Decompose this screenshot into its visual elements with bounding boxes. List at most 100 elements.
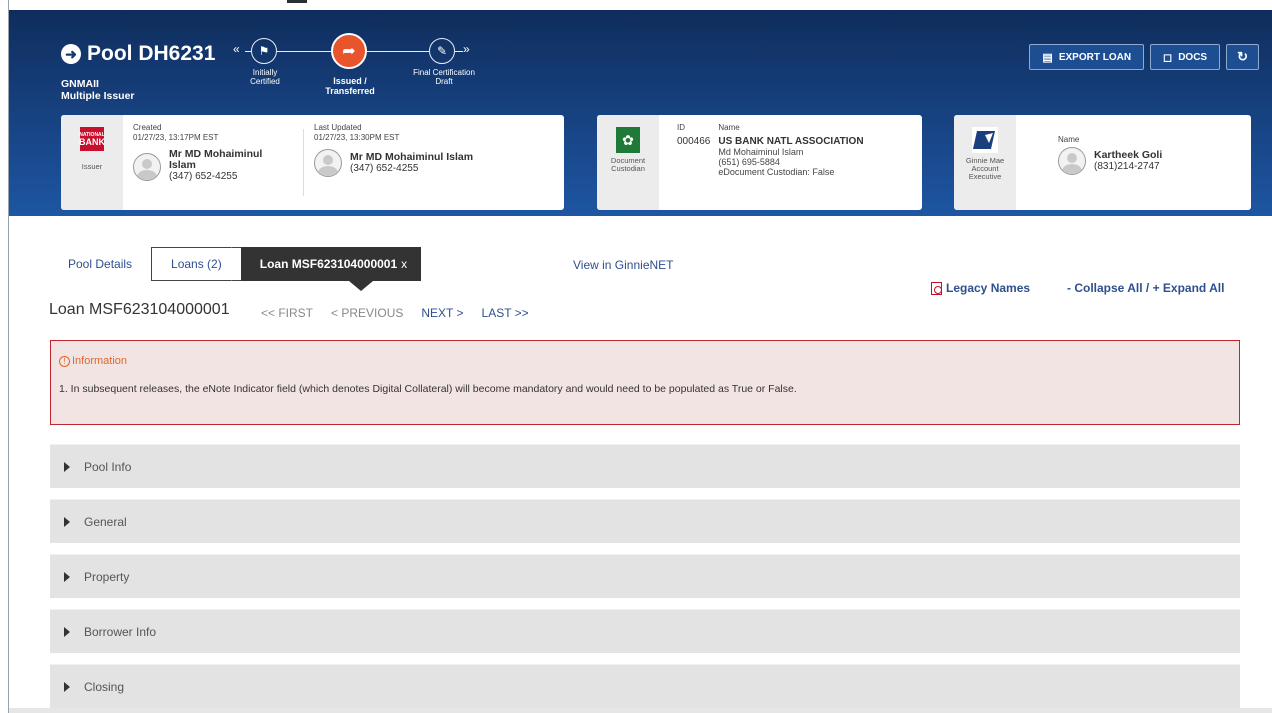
step-line bbox=[367, 51, 429, 52]
section-label: General bbox=[84, 514, 127, 529]
updated-date: 01/27/23, 13:30PM EST bbox=[314, 133, 400, 142]
tab-pool-details[interactable]: Pool Details bbox=[49, 247, 151, 281]
account-executive-card: Ginnie Mae Account Executive Name Karthe… bbox=[954, 115, 1251, 210]
pager-last[interactable]: LAST >> bbox=[482, 306, 529, 320]
pager-previous[interactable]: < PREVIOUS bbox=[331, 306, 403, 320]
information-heading: ! Information bbox=[59, 355, 127, 367]
expand-caret-icon bbox=[64, 681, 70, 692]
expand-caret-icon bbox=[64, 626, 70, 637]
gme-details: Name Kartheek Goli (831)214-2747 bbox=[1016, 115, 1162, 210]
issuer-label: Issuer bbox=[81, 162, 103, 171]
custodian-contact: Md Mohaiminul Islam bbox=[718, 147, 804, 157]
refresh-button[interactable]: ↻ bbox=[1226, 44, 1259, 70]
close-tab-icon[interactable]: x bbox=[401, 257, 407, 271]
information-message: 1. In subsequent releases, the eNote Ind… bbox=[59, 383, 797, 395]
section-closing[interactable]: Closing bbox=[50, 664, 1240, 708]
custodian-details: ID 000466 Name US BANK NATL ASSOCIATION … bbox=[659, 115, 864, 210]
updated-block: Last Updated 01/27/23, 13:30PM EST Mr MD… bbox=[304, 115, 483, 210]
tab-loans[interactable]: Loans (2) bbox=[151, 247, 241, 281]
section-borrower-info[interactable]: Borrower Info bbox=[50, 609, 1240, 653]
created-caption: Created bbox=[133, 123, 162, 132]
custodian-card: ✿ Document Custodian ID 000466 Name US B… bbox=[597, 115, 922, 210]
pool-subtitle: GNMAII Multiple Issuer bbox=[61, 78, 135, 102]
custodian-name: US BANK NATL ASSOCIATION bbox=[718, 136, 864, 147]
account-executive-side: Ginnie Mae Account Executive bbox=[954, 115, 1016, 210]
created-block: Created 01/27/23, 13:17PM EST Mr MD Moha… bbox=[123, 115, 303, 210]
gme-contact: Kartheek Goli (831)214-2747 bbox=[1058, 147, 1162, 175]
issuer-type: Multiple Issuer bbox=[61, 90, 135, 102]
app-frame: ➜ Pool DH6231 GNMAII Multiple Issuer « ⚑… bbox=[8, 0, 1272, 713]
export-loan-label: EXPORT LOAN bbox=[1058, 51, 1132, 63]
section-label: Property bbox=[84, 569, 130, 584]
issuer-side: NATIONAL BANK Issuer bbox=[61, 115, 123, 210]
legacy-names-link[interactable]: Legacy Names bbox=[931, 281, 1030, 295]
updated-name: Mr MD Mohaiminul Islam bbox=[350, 151, 474, 163]
tab-loan-active[interactable]: Loan MSF623104000001 x bbox=[230, 247, 422, 281]
active-tab-pointer bbox=[349, 281, 373, 291]
pager-first[interactable]: << FIRST bbox=[261, 306, 313, 320]
bank-logo: NATIONAL BANK bbox=[79, 127, 105, 151]
section-pool-info[interactable]: Pool Info bbox=[50, 444, 1240, 488]
section-property[interactable]: Property bbox=[50, 554, 1240, 598]
step-label-line: Final Certification bbox=[413, 68, 475, 77]
bottom-scroll-strip bbox=[9, 708, 1272, 713]
gme-label: Executive bbox=[968, 172, 1002, 181]
flag-icon[interactable]: ⚑ bbox=[251, 38, 277, 64]
gme-name-caption: Name bbox=[1058, 135, 1080, 144]
top-strip bbox=[9, 0, 1272, 10]
gme-name: Kartheek Goli bbox=[1094, 149, 1163, 161]
step-line bbox=[455, 51, 463, 52]
step-label-line: Certified bbox=[250, 77, 280, 86]
collapse-expand-all[interactable]: - Collapse All / + Expand All bbox=[1067, 281, 1224, 295]
information-box: ! Information 1. In subsequent releases,… bbox=[50, 340, 1240, 425]
step-label-line: Issued / bbox=[333, 76, 367, 86]
custodian-side: ✿ Document Custodian bbox=[597, 115, 659, 210]
refresh-icon: ↻ bbox=[1237, 49, 1248, 64]
rewind-icon[interactable]: « bbox=[233, 42, 240, 56]
loan-tabs: Pool Details Loans (2) Loan MSF623104000… bbox=[49, 247, 422, 281]
custodian-phone: (651) 695-5884 bbox=[718, 157, 780, 167]
step-label-line: Initially bbox=[252, 68, 278, 77]
window-notch bbox=[287, 0, 307, 3]
export-loan-button[interactable]: ▤ EXPORT LOAN bbox=[1029, 44, 1145, 70]
document-icon: ◻ bbox=[1163, 51, 1173, 64]
section-label: Borrower Info bbox=[84, 624, 157, 639]
pager-next[interactable]: NEXT > bbox=[421, 306, 463, 320]
step-label-final-certification: Final Certification Draft bbox=[401, 68, 487, 86]
updated-caption: Last Updated bbox=[314, 123, 362, 132]
edit-icon[interactable]: ✎ bbox=[429, 38, 455, 64]
step-label-line: Draft bbox=[435, 77, 453, 86]
pool-title-block: ➜ Pool DH6231 bbox=[61, 42, 215, 66]
view-in-ginnienet-link[interactable]: View in GinnieNET bbox=[573, 258, 674, 272]
avatar bbox=[314, 149, 342, 177]
bank-logo-line: BANK bbox=[79, 136, 105, 147]
custodian-id: 000466 bbox=[677, 136, 711, 147]
avatar bbox=[133, 153, 161, 181]
pool-header: ➜ Pool DH6231 GNMAII Multiple Issuer « ⚑… bbox=[9, 10, 1272, 216]
share-icon[interactable]: ➦ bbox=[331, 33, 367, 69]
step-label-issued-transferred: Issued / Transferred bbox=[315, 76, 385, 96]
step-line bbox=[277, 51, 331, 52]
pool-type: GNMAII bbox=[61, 78, 99, 90]
section-label: Pool Info bbox=[84, 459, 132, 474]
header-actions: ▤ EXPORT LOAN ◻ DOCS ↻ bbox=[1029, 44, 1259, 70]
information-heading-label: Information bbox=[72, 355, 128, 367]
gme-contact-text: Kartheek Goli (831)214-2747 bbox=[1094, 149, 1163, 173]
updated-contact: Mr MD Mohaiminul Islam (347) 652-4255 bbox=[314, 149, 473, 177]
custodian-logo-icon: ✿ bbox=[616, 127, 640, 153]
active-tab-label: Loan MSF623104000001 bbox=[259, 257, 398, 271]
pool-title: Pool DH6231 bbox=[87, 42, 216, 65]
info-icon: ! bbox=[59, 355, 70, 367]
created-phone: (347) 652-4255 bbox=[169, 171, 238, 182]
section-general[interactable]: General bbox=[50, 499, 1240, 543]
expand-caret-icon bbox=[64, 571, 70, 582]
fast-forward-icon[interactable]: » bbox=[463, 42, 470, 56]
docs-button[interactable]: ◻ DOCS bbox=[1150, 44, 1221, 70]
updated-contact-text: Mr MD Mohaiminul Islam (347) 652-4255 bbox=[350, 151, 474, 175]
avatar bbox=[1058, 147, 1086, 175]
back-arrow-icon[interactable]: ➜ bbox=[61, 44, 81, 64]
loan-pager: << FIRST < PREVIOUS NEXT > LAST >> bbox=[261, 306, 529, 320]
custodian-name-block: Name US BANK NATL ASSOCIATION Md Mohaimi… bbox=[718, 123, 863, 210]
created-contact-text: Mr MD Mohaiminul Islam (347) 652-4255 bbox=[169, 149, 277, 183]
expand-caret-icon bbox=[64, 461, 70, 472]
